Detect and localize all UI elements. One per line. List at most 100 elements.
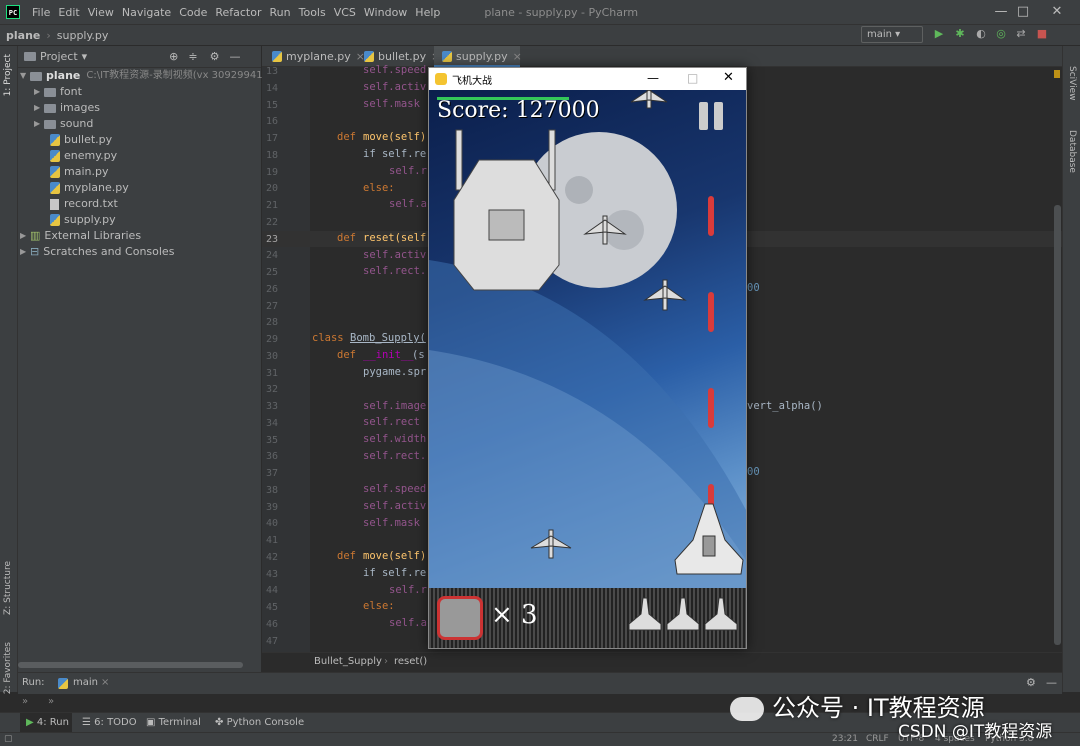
line-number: 28 [265, 317, 278, 329]
breadcrumb-file[interactable]: supply.py [51, 29, 115, 42]
close-icon[interactable]: ✕ [723, 70, 734, 85]
debug-icon[interactable]: ✱ [954, 28, 966, 40]
collapse-arrow-icon: ▶ [20, 231, 27, 240]
title-bar: PC File Edit View Navigate Code Refactor… [0, 0, 1080, 24]
code-line-36: self.rect. [363, 450, 427, 462]
menu-tools[interactable]: Tools [295, 6, 330, 19]
status-line-separator[interactable]: CRLF [866, 733, 889, 746]
line-number: 34 [265, 417, 278, 429]
bullet [708, 388, 714, 428]
close-tab-icon[interactable]: × [101, 677, 109, 688]
tab-python-console[interactable]: ✤ Python Console [215, 713, 304, 733]
expand-arrow-icon: ▼ [20, 71, 27, 80]
collapse-arrow-icon: ▶ [34, 87, 41, 96]
gear-icon[interactable]: ⚙ [1026, 676, 1036, 689]
tree-scratches[interactable]: ▶ ⊟ Scratches and Consoles [20, 244, 174, 260]
line-number: 19 [265, 166, 278, 178]
maximize-icon[interactable]: □ [687, 71, 698, 85]
project-tool-tab[interactable]: 1: Project [3, 54, 13, 96]
code-class-keyword: class [312, 332, 344, 344]
tab-run[interactable]: ▶ 4: Run [20, 713, 72, 733]
profile-icon[interactable]: ◎ [995, 28, 1007, 40]
run-config-select[interactable]: main ▾ [861, 26, 923, 43]
moon-crater [565, 176, 593, 204]
menu-view[interactable]: View [84, 6, 118, 19]
warning-marker-icon[interactable] [1054, 70, 1060, 78]
menu-file[interactable]: File [28, 6, 54, 19]
tree-file-main[interactable]: main.py [50, 164, 108, 180]
line-number: 36 [265, 451, 278, 463]
chevron-down-icon[interactable]: ▾ [82, 50, 88, 63]
hide-icon[interactable]: — [229, 50, 240, 63]
collapse-icon[interactable]: ≑ [188, 50, 197, 63]
minimize-icon[interactable]: — [647, 71, 659, 85]
gear-icon[interactable]: ⚙ [210, 50, 220, 63]
structure-tool-tab[interactable]: Z: Structure [3, 561, 13, 615]
expand-icon[interactable]: » [48, 696, 54, 707]
tree-file-bullet[interactable]: bullet.py [50, 132, 112, 148]
favorites-tool-tab[interactable]: 2: Favorites [3, 642, 13, 694]
code-line-37-tail: 00 [747, 466, 760, 478]
close-tab-icon[interactable]: × [513, 50, 522, 63]
tree-folder-images[interactable]: ▶ images [34, 100, 100, 116]
editor-breadcrumb-class[interactable]: Bullet_Supply [314, 656, 382, 667]
status-indicator-icon[interactable]: ▢ [4, 733, 13, 746]
tree-file-record[interactable]: record.txt [50, 196, 118, 212]
tree-root-path: C:\IT教程资源-录制视频(vx 3092994143)\ [86, 70, 283, 81]
menu-window[interactable]: Window [360, 6, 411, 19]
pause-icon[interactable] [699, 102, 708, 130]
menu-help[interactable]: Help [411, 6, 444, 19]
tree-file-supply[interactable]: supply.py [50, 212, 116, 228]
expand-icon[interactable]: » [22, 696, 28, 707]
editor-scrollbar[interactable] [1054, 205, 1061, 645]
editor-breadcrumb-method[interactable]: reset() [394, 656, 427, 667]
close-icon[interactable]: ✕ [1034, 0, 1080, 24]
hide-icon[interactable]: — [1046, 676, 1057, 689]
tree-file-enemy[interactable]: enemy.py [50, 148, 117, 164]
run-icon[interactable]: ▶ [933, 28, 945, 40]
life-plane-icon [666, 597, 700, 631]
code-line-42: move(self) [363, 550, 427, 562]
menu-code[interactable]: Code [175, 6, 211, 19]
game-window[interactable]: 飞机大战 — □ ✕ Score: 127000 × 3 [428, 67, 747, 649]
build-icon[interactable]: ⇄ [1015, 28, 1027, 40]
code-line-30: __init__ [363, 349, 414, 361]
tree-folder-font[interactable]: ▶ font [34, 84, 82, 100]
code-line-24: self.activ [363, 249, 427, 261]
database-tool-tab[interactable]: Database [1067, 130, 1077, 173]
life-plane-icon [704, 597, 738, 631]
menu-refactor[interactable]: Refactor [211, 6, 265, 19]
menu-navigate[interactable]: Navigate [118, 6, 175, 19]
game-canvas[interactable]: Score: 127000 [429, 90, 746, 588]
pause-icon[interactable] [714, 102, 723, 130]
tree-folder-sound[interactable]: ▶ sound [34, 116, 93, 132]
tree-root[interactable]: ▼ plane C:\IT教程资源-录制视频(vx 3092994143)\ [20, 68, 283, 84]
tab-myplane[interactable]: myplane.py × [264, 46, 365, 67]
tab-todo[interactable]: ☰ 6: TODO [82, 713, 137, 733]
tab-terminal[interactable]: ▣ Terminal [146, 713, 201, 733]
project-folder-icon [24, 52, 36, 61]
menu-vcs[interactable]: VCS [330, 6, 360, 19]
horizontal-scrollbar[interactable] [18, 662, 243, 668]
project-panel-title[interactable]: Project [40, 50, 78, 63]
menu-edit[interactable]: Edit [54, 6, 83, 19]
tree-external-libraries[interactable]: ▶ ▥ External Libraries [20, 228, 141, 244]
game-title-bar: 飞机大战 — □ ✕ [429, 68, 746, 90]
coverage-icon[interactable]: ◐ [975, 28, 987, 40]
stop-icon[interactable]: ■ [1036, 28, 1048, 40]
line-number: 29 [265, 334, 278, 345]
line-number: 41 [265, 535, 278, 546]
status-position[interactable]: 23:21 [832, 733, 858, 746]
code-line-13: self.speed [363, 64, 427, 76]
python-file-icon [364, 51, 374, 62]
tab-supply[interactable]: supply.py × [434, 46, 522, 67]
python-file-icon [50, 182, 60, 194]
sciview-tool-tab[interactable]: SciView [1067, 66, 1077, 101]
python-console-icon: ✤ [215, 717, 224, 728]
breadcrumb-project[interactable]: plane [0, 29, 46, 42]
line-number: 20 [265, 183, 278, 195]
run-config-tab[interactable]: main [73, 677, 98, 688]
menu-run[interactable]: Run [266, 6, 295, 19]
tree-file-myplane[interactable]: myplane.py [50, 180, 129, 196]
locate-icon[interactable]: ⊕ [169, 50, 178, 63]
